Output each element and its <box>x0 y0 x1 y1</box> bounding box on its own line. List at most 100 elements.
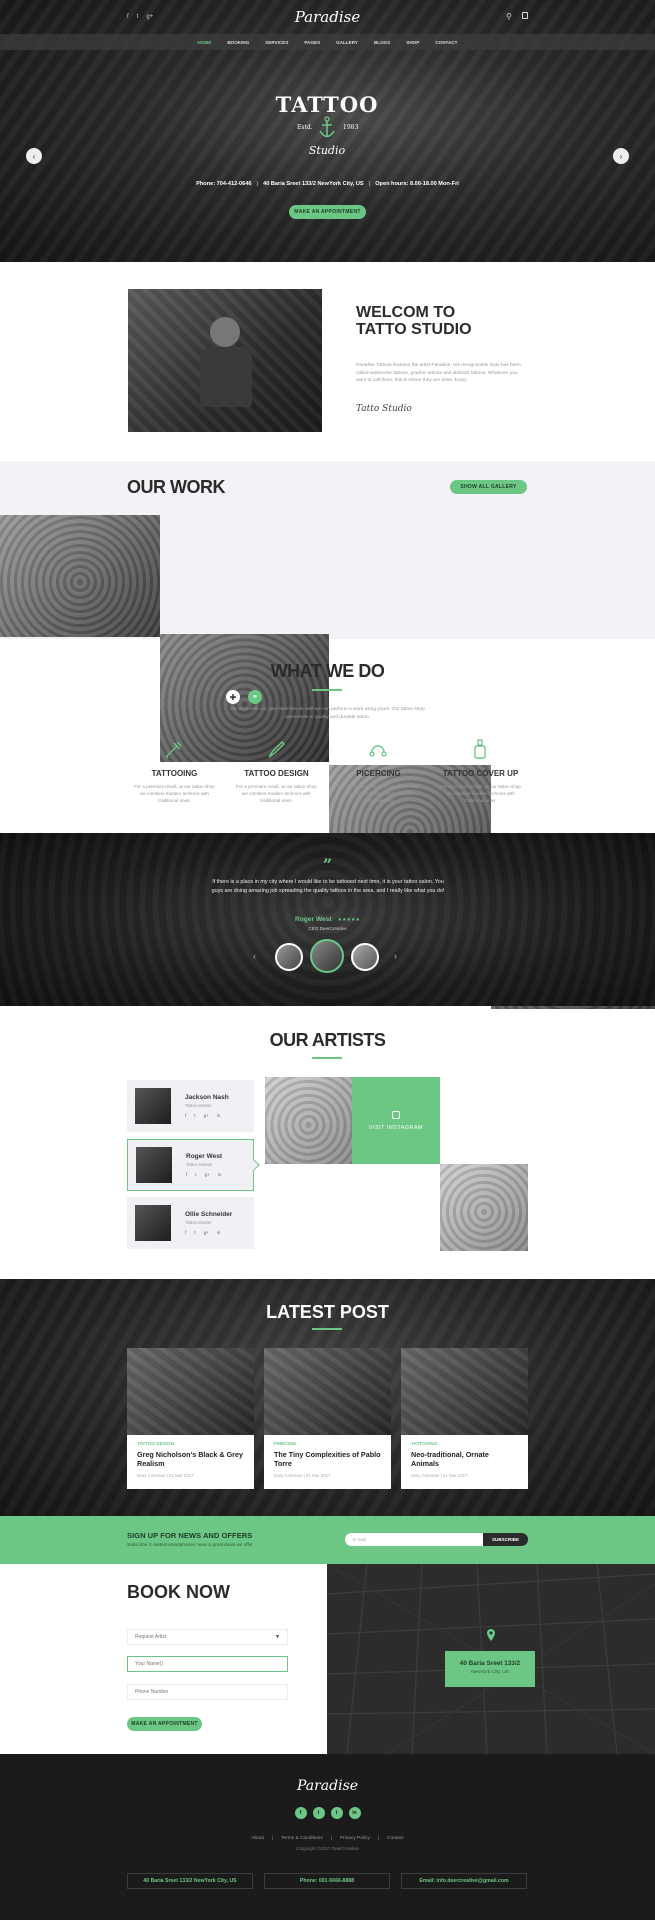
google-plus-icon[interactable]: g+ <box>204 1113 209 1118</box>
facebook-icon[interactable]: f <box>185 1113 186 1118</box>
welcome-title-line2: TATTO STUDIO <box>356 321 472 338</box>
post-meta: Gary Coleman | 21 Mar 2017 <box>411 1473 468 1478</box>
nav-booking[interactable]: BOOKING <box>219 40 257 45</box>
post-category[interactable]: TATTOOING <box>411 1441 518 1446</box>
service-title: PICERCING <box>356 769 401 778</box>
artist-role: Tattoo Master <box>186 1162 213 1167</box>
pen-design-icon <box>268 741 285 758</box>
booking-appointment-button[interactable]: MAKE AN APPOINTMENT <box>127 1717 202 1731</box>
twitter-icon[interactable]: t <box>137 14 139 20</box>
site-logo[interactable]: Paradise <box>290 8 365 26</box>
slider-next-arrow-icon[interactable]: › <box>613 148 629 164</box>
studio-badge: TATTOO Estd. 1983 Studio <box>267 92 387 162</box>
zoom-icon[interactable]: ✚ <box>226 690 240 704</box>
quote-icon: ” <box>322 855 333 874</box>
twitter-icon[interactable]: t <box>195 1172 196 1177</box>
newsletter-email-input[interactable]: E-mail <box>345 1533 483 1546</box>
artists-title: OUR ARTISTS <box>269 1030 386 1050</box>
welcome-photo <box>128 289 322 432</box>
post-card[interactable]: TATTOO DESIGN Greg Nicholson's Black & G… <box>127 1348 254 1489</box>
welcome-title: WELCOM TO TATTO STUDIO <box>356 304 472 338</box>
testimonial-avatar[interactable] <box>351 943 379 971</box>
subscribe-button[interactable]: SUBSCRIBE <box>483 1533 528 1546</box>
top-bar: f t g+ Paradise ⚲ <box>0 0 655 34</box>
google-plus-icon[interactable]: g+ <box>146 14 153 20</box>
map[interactable]: 40 Baria Sreet 133/2 NewYork City, US <box>327 1564 655 1754</box>
footer-link-contact[interactable]: Contact <box>387 1836 404 1841</box>
linkedin-icon[interactable]: in <box>217 1230 221 1235</box>
nav-home[interactable]: HOME <box>190 40 220 45</box>
nav-pages[interactable]: PAGES <box>296 40 328 45</box>
main-nav: HOME BOOKING SERVICES PAGES GALLERY BLOG… <box>0 34 655 50</box>
artist-card[interactable]: Jackson Nash Tattoo Master f t g+ in <box>127 1080 254 1132</box>
service-desc: For a premium result, at our tattoo shop… <box>236 784 317 803</box>
badge-estd: Estd. <box>297 124 313 131</box>
footer-email[interactable]: Email: info.deercreative@gmail.com <box>401 1873 527 1889</box>
facebook-icon[interactable]: f <box>185 1230 186 1235</box>
google-plus-icon[interactable]: g+ <box>205 1172 210 1177</box>
google-plus-icon[interactable]: g+ <box>204 1230 209 1235</box>
footer-link-privacy[interactable]: Privacy Policy <box>340 1836 370 1841</box>
twitter-icon[interactable]: t <box>194 1113 195 1118</box>
twitter-icon[interactable]: t <box>194 1230 195 1235</box>
welcome-text: Paradise Tattoos features the artist Par… <box>356 363 521 383</box>
map-pin-icon <box>487 1629 495 1641</box>
tumblr-icon[interactable]: t <box>330 1807 343 1819</box>
name-field[interactable]: Your Name() <box>127 1656 288 1672</box>
testimonial-text: If there is a place in my city where I w… <box>211 879 445 894</box>
nav-shop[interactable]: SHOP <box>398 40 427 45</box>
post-category[interactable]: TATTOO DESIGN <box>137 1441 244 1446</box>
facebook-icon[interactable]: f <box>186 1172 187 1177</box>
artist-card-active[interactable]: Roger West Tattoo Master f t g+ in <box>127 1139 260 1191</box>
show-gallery-button[interactable]: SHOW ALL GALLERY <box>450 480 527 494</box>
work-gallery: ✚ ⚭ <box>0 515 655 1009</box>
testimonial-prev-arrow-icon[interactable]: ‹ <box>253 951 256 961</box>
gallery-item[interactable] <box>265 1077 352 1164</box>
instagram-tile[interactable]: VISIT INSTAGRAM <box>352 1077 440 1164</box>
twitter-icon[interactable]: t <box>312 1807 325 1819</box>
slider-prev-arrow-icon[interactable]: ‹ <box>26 148 42 164</box>
search-icon[interactable]: ⚲ <box>506 12 512 21</box>
footer-link-terms[interactable]: Terms & Conditions <box>281 1836 323 1841</box>
post-image <box>401 1348 528 1435</box>
footer-address: 40 Baria Sreet 133/2 NewYork City, US <box>127 1873 253 1889</box>
post-title[interactable]: Greg Nicholson's Black & Grey Realism <box>137 1450 244 1468</box>
post-card[interactable]: TATTOOING Neo-traditional, Ornate Animal… <box>401 1348 528 1489</box>
map-address-card: 40 Baria Sreet 133/2 NewYork City, US <box>445 1651 535 1687</box>
nav-gallery[interactable]: GALLERY <box>328 40 366 45</box>
facebook-icon[interactable]: f <box>127 14 129 20</box>
map-address: 40 Baria Sreet 133/2 <box>459 1660 521 1667</box>
cart-icon[interactable] <box>522 12 528 19</box>
tattoo-machine-icon <box>166 741 182 758</box>
nav-services[interactable]: SERVICES <box>257 40 296 45</box>
artist-select[interactable]: Request Artist ▼ <box>127 1629 288 1645</box>
nav-contact[interactable]: CONTACT <box>427 40 465 45</box>
artist-role: Tattoo Master <box>185 1220 212 1225</box>
testimonial-avatar[interactable] <box>275 943 303 971</box>
footer-social: f t t in <box>0 1807 655 1819</box>
post-title[interactable]: Neo-traditional, Ornate Animals <box>411 1450 518 1468</box>
footer-link-about[interactable]: About <box>251 1836 264 1841</box>
phone-field[interactable]: Phone Number <box>127 1684 288 1700</box>
linkedin-icon[interactable]: in <box>217 1113 221 1118</box>
nav-blogs[interactable]: BLOGS <box>366 40 398 45</box>
link-icon[interactable]: ⚭ <box>248 690 262 704</box>
testimonial-next-arrow-icon[interactable]: › <box>394 951 397 961</box>
post-card[interactable]: PEIRCING The Tiny Complexities of Pablo … <box>264 1348 391 1489</box>
post-category[interactable]: PEIRCING <box>274 1441 381 1446</box>
testimonial-avatar-active[interactable] <box>310 939 344 973</box>
service-title: TATTOO DESIGN <box>244 769 309 778</box>
linkedin-icon[interactable]: in <box>348 1807 361 1819</box>
post-title[interactable]: The Tiny Complexities of Pablo Torre <box>274 1450 381 1468</box>
footer-logo[interactable]: Paradise <box>0 1778 655 1794</box>
linkedin-icon[interactable]: in <box>218 1172 222 1177</box>
artist-card[interactable]: Ollie Schneider Tattoo Master f t g+ in <box>127 1197 254 1249</box>
work-item[interactable] <box>0 515 160 637</box>
facebook-icon[interactable]: f <box>294 1807 307 1819</box>
artist-social: f t g+ in <box>185 1113 229 1118</box>
map-city: NewYork City, US <box>471 1670 509 1675</box>
hero-hours: Open hours: 8.00-18.00 Mon-Fri <box>375 181 459 187</box>
top-social: f t g+ <box>127 14 153 20</box>
hero-appointment-button[interactable]: MAKE AN APPOINTMENT <box>289 205 366 219</box>
gallery-item[interactable] <box>440 1164 528 1251</box>
